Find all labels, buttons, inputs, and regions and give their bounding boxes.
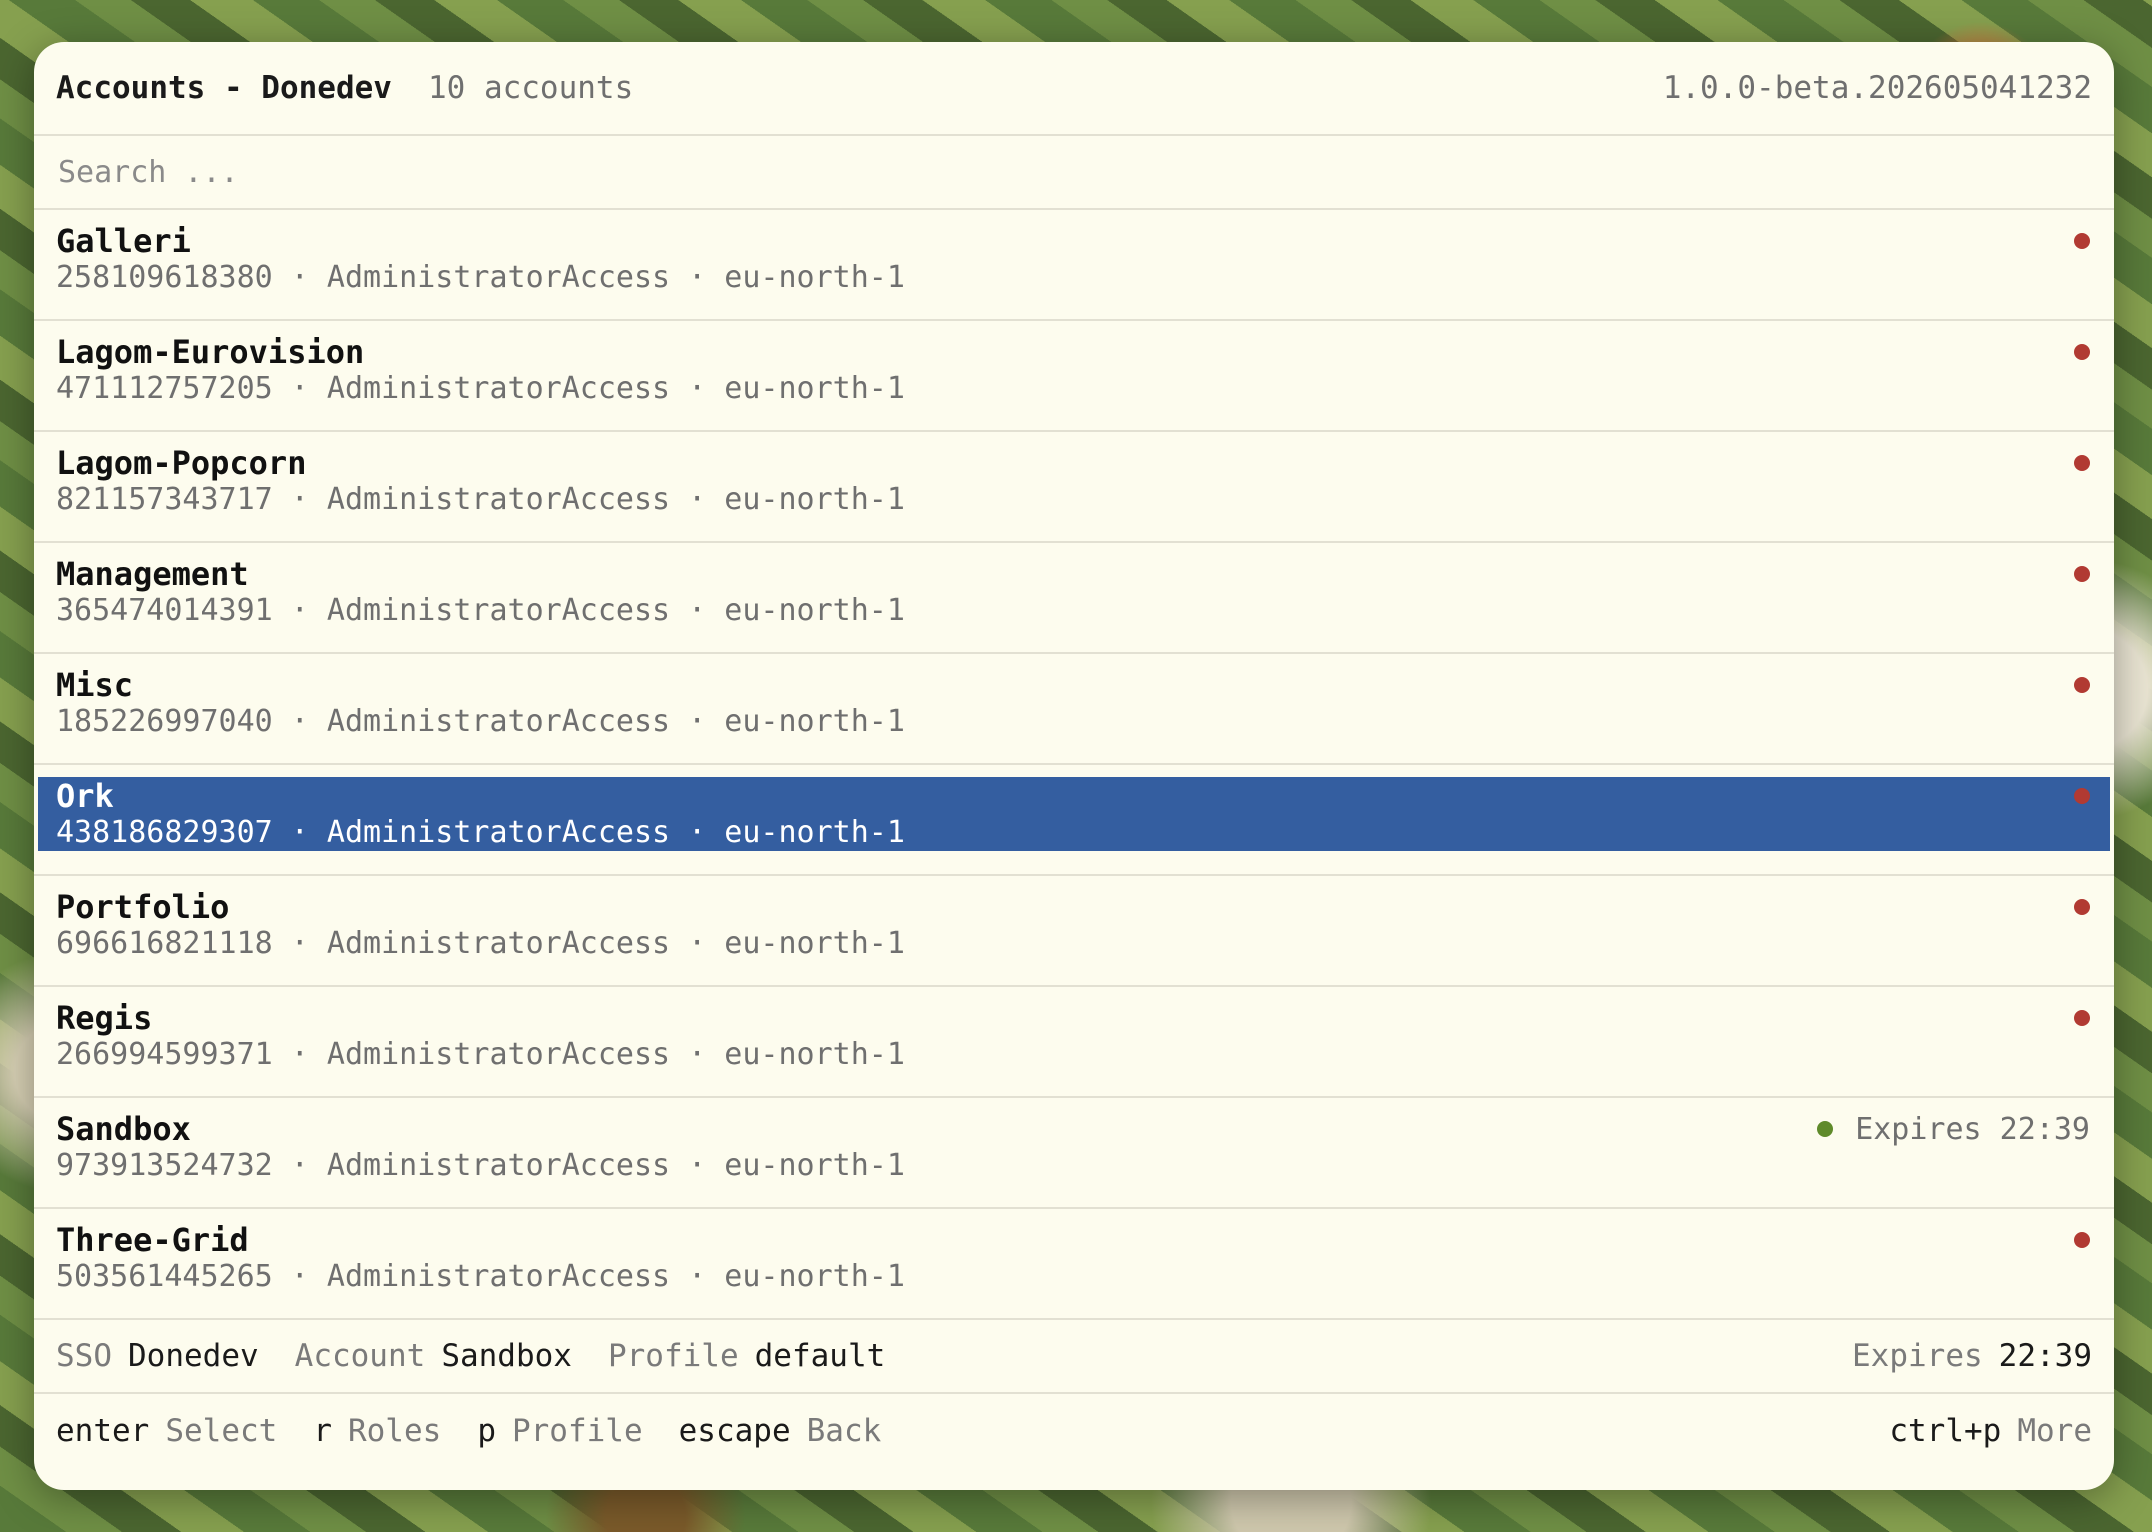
account-count: 10 accounts bbox=[427, 70, 634, 106]
account-row-content: Management 365474014391 · AdministratorAc… bbox=[38, 555, 2110, 629]
account-row-misc[interactable]: Misc 185226997040 · AdministratorAccess ·… bbox=[34, 654, 2114, 765]
session-status bbox=[2074, 777, 2090, 815]
page-title: Accounts - Donedev bbox=[56, 70, 392, 106]
expires-value: 22:39 bbox=[1998, 1338, 2092, 1374]
account-row-content: Sandbox 973913524732 · AdministratorAcces… bbox=[38, 1110, 2110, 1184]
header-bar: Accounts - Donedev 10 accounts 1.0.0-beta… bbox=[34, 42, 2114, 136]
account-meta: 471112757205 · AdministratorAccess · eu-… bbox=[56, 371, 905, 406]
account-name: Galleri bbox=[56, 222, 191, 260]
account-meta: 258109618380 · AdministratorAccess · eu-… bbox=[56, 260, 905, 295]
session-status bbox=[2074, 444, 2090, 482]
account-row-content: Ork 438186829307 · AdministratorAccess · … bbox=[38, 777, 2110, 851]
sso-value: Donedev bbox=[128, 1338, 259, 1374]
inactive-session-dot-icon bbox=[2074, 1010, 2090, 1026]
status-right: Expires 22:39 bbox=[1852, 1338, 2092, 1374]
account-name: Portfolio bbox=[56, 888, 230, 926]
session-status bbox=[2074, 999, 2090, 1037]
expires-label: Expires bbox=[1852, 1338, 1983, 1374]
active-session-dot-icon bbox=[1817, 1121, 1834, 1137]
account-row-ork[interactable]: Ork 438186829307 · AdministratorAccess · … bbox=[34, 765, 2114, 876]
inactive-session-dot-icon bbox=[2074, 455, 2090, 471]
shortcut-back[interactable]: escape Back bbox=[679, 1413, 882, 1449]
shortcut-key: enter bbox=[56, 1413, 150, 1449]
account-name: Sandbox bbox=[56, 1110, 191, 1148]
header-left: Accounts - Donedev 10 accounts bbox=[56, 70, 633, 106]
accounts-window: Accounts - Donedev 10 accounts 1.0.0-beta… bbox=[34, 42, 2114, 1490]
status-left: SSO Donedev Account Sandbox Profile default bbox=[56, 1338, 885, 1374]
inactive-session-dot-icon bbox=[2074, 233, 2090, 249]
shortcut-profile[interactable]: p Profile bbox=[477, 1413, 642, 1449]
shortcut-action: Back bbox=[806, 1413, 882, 1449]
version-label: 1.0.0-beta.202605041232 bbox=[1662, 70, 2092, 106]
session-status: Expires 22:39 bbox=[1817, 1110, 2090, 1148]
status-bar: SSO Donedev Account Sandbox Profile default E… bbox=[34, 1320, 2114, 1394]
shortcut-action: Select bbox=[165, 1413, 278, 1449]
account-meta: 696616821118 · AdministratorAccess · eu-… bbox=[56, 926, 905, 961]
shortcut-list: enter Select r Roles p Profile escape Back bbox=[56, 1413, 881, 1449]
inactive-session-dot-icon bbox=[2074, 344, 2090, 360]
account-name: Misc bbox=[56, 666, 134, 704]
shortcut-action: Roles bbox=[347, 1413, 442, 1449]
session-status bbox=[2074, 333, 2090, 371]
account-meta: 503561445265 · AdministratorAccess · eu-… bbox=[56, 1259, 905, 1294]
account-row-regis[interactable]: Regis 266994599371 · AdministratorAccess … bbox=[34, 987, 2114, 1098]
account-row-content: Lagom-Popcorn 821157343717 · Administrato… bbox=[38, 444, 2110, 518]
profile-label: Profile bbox=[607, 1338, 739, 1374]
account-row-content: Portfolio 696616821118 · AdministratorAcc… bbox=[38, 888, 2110, 962]
account-name: Ork bbox=[56, 777, 114, 815]
account-name: Lagom-Eurovision bbox=[56, 333, 365, 371]
account-row-management[interactable]: Management 365474014391 · AdministratorAc… bbox=[34, 543, 2114, 654]
account-meta: 365474014391 · AdministratorAccess · eu-… bbox=[56, 593, 905, 628]
session-status bbox=[2074, 888, 2090, 926]
shortcut-key: escape bbox=[678, 1413, 791, 1449]
inactive-session-dot-icon bbox=[2074, 566, 2090, 582]
account-row-lagom-eurovision[interactable]: Lagom-Eurovision 471112757205 · Administr… bbox=[34, 321, 2114, 432]
inactive-session-dot-icon bbox=[2074, 677, 2090, 693]
session-status bbox=[2074, 1221, 2090, 1259]
shortcut-bar: enter Select r Roles p Profile escape Back ctrl… bbox=[34, 1394, 2114, 1468]
search-input[interactable] bbox=[56, 153, 2092, 191]
inactive-session-dot-icon bbox=[2074, 899, 2090, 915]
account-row-sandbox[interactable]: Sandbox 973913524732 · AdministratorAcces… bbox=[34, 1098, 2114, 1209]
account-name: Regis bbox=[56, 999, 153, 1037]
shortcut-key: p bbox=[477, 1413, 496, 1449]
account-label: Account bbox=[294, 1338, 426, 1374]
more-key: ctrl+p bbox=[1889, 1413, 2002, 1449]
profile-value: default bbox=[754, 1338, 886, 1374]
search-bar bbox=[34, 136, 2114, 210]
account-meta: 973913524732 · AdministratorAccess · eu-… bbox=[56, 1148, 905, 1183]
account-meta: 266994599371 · AdministratorAccess · eu-… bbox=[56, 1037, 905, 1072]
more-shortcut[interactable]: ctrl+p More bbox=[1889, 1413, 2092, 1449]
sso-label: SSO bbox=[56, 1338, 112, 1374]
account-row-lagom-popcorn[interactable]: Lagom-Popcorn 821157343717 · Administrato… bbox=[34, 432, 2114, 543]
account-name: Lagom-Popcorn bbox=[56, 444, 307, 482]
account-row-three-grid[interactable]: Three-Grid 503561445265 · AdministratorAc… bbox=[34, 1209, 2114, 1320]
more-action: More bbox=[2017, 1413, 2092, 1449]
session-status bbox=[2074, 555, 2090, 593]
session-status bbox=[2074, 666, 2090, 704]
session-status bbox=[2074, 222, 2090, 260]
shortcut-action: Profile bbox=[511, 1413, 643, 1449]
inactive-session-dot-icon bbox=[2074, 1232, 2090, 1248]
account-row-content: Misc 185226997040 · AdministratorAccess ·… bbox=[38, 666, 2110, 740]
account-meta: 185226997040 · AdministratorAccess · eu-… bbox=[56, 704, 905, 739]
shortcut-select[interactable]: enter Select bbox=[56, 1413, 277, 1449]
account-meta: 438186829307 · AdministratorAccess · eu-… bbox=[56, 815, 905, 850]
account-list: Galleri 258109618380 · AdministratorAcces… bbox=[34, 210, 2114, 1320]
account-row-content: Three-Grid 503561445265 · AdministratorAc… bbox=[38, 1221, 2110, 1295]
account-row-content: Lagom-Eurovision 471112757205 · Administr… bbox=[38, 333, 2110, 407]
account-name: Three-Grid bbox=[56, 1221, 249, 1259]
shortcut-key: r bbox=[313, 1413, 332, 1449]
account-meta: 821157343717 · AdministratorAccess · eu-… bbox=[56, 482, 905, 517]
shortcut-roles[interactable]: r Roles bbox=[313, 1413, 441, 1449]
account-row-portfolio[interactable]: Portfolio 696616821118 · AdministratorAcc… bbox=[34, 876, 2114, 987]
session-expiry: Expires 22:39 bbox=[1855, 1111, 2090, 1147]
inactive-session-dot-icon bbox=[2074, 788, 2090, 804]
account-name: Management bbox=[56, 555, 249, 593]
account-row-galleri[interactable]: Galleri 258109618380 · AdministratorAcces… bbox=[34, 210, 2114, 321]
account-row-content: Galleri 258109618380 · AdministratorAcces… bbox=[38, 222, 2110, 296]
account-value: Sandbox bbox=[441, 1338, 572, 1374]
account-row-content: Regis 266994599371 · AdministratorAccess … bbox=[38, 999, 2110, 1073]
